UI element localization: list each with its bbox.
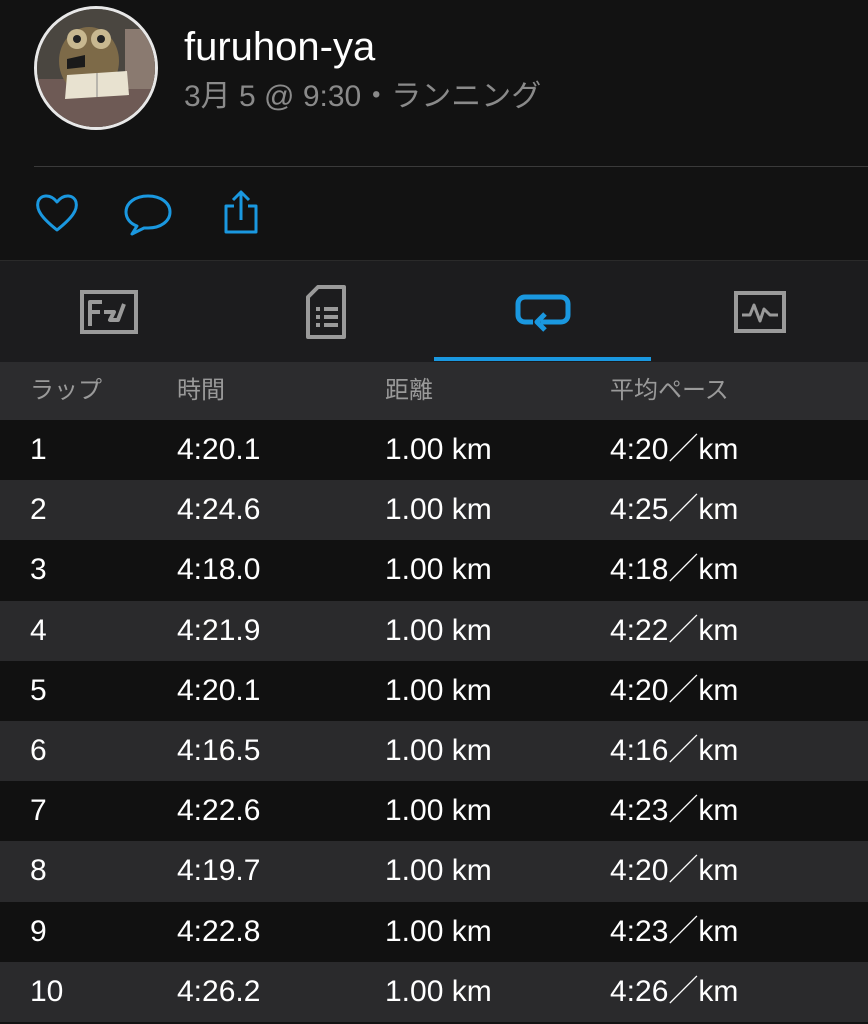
activity-meta: 3月 5 @ 9:30・ランニング: [184, 80, 542, 113]
lap-time: 4:19.7: [177, 854, 261, 888]
tab-laps[interactable]: [434, 261, 651, 362]
tab-bar: [0, 260, 868, 362]
lap-pace: 4:20／km: [610, 673, 739, 707]
stats-card-icon: [79, 289, 138, 334]
table-row[interactable]: 3 4:18.0 1.00 km 4:18／km: [0, 540, 868, 601]
lap-distance: 1.00 km: [385, 733, 492, 767]
laps-icon: [515, 294, 570, 332]
lap-number: 1: [30, 433, 47, 466]
lap-time: 4:21.9: [177, 613, 261, 647]
tab-stats[interactable]: [0, 261, 217, 362]
active-tab-indicator: [434, 357, 651, 361]
lap-pace: 4:25／km: [610, 493, 739, 527]
column-header-lap: ラップ: [30, 377, 102, 404]
lap-number: 9: [30, 914, 47, 948]
lap-pace: 4:18／km: [610, 553, 739, 587]
lap-pace: 4:20／km: [610, 433, 739, 466]
lap-distance: 1.00 km: [385, 974, 492, 1008]
table-row[interactable]: 5 4:20.1 1.00 km 4:20／km: [0, 660, 868, 721]
lap-number: 4: [30, 613, 47, 647]
lap-number: 3: [30, 553, 47, 587]
activity-header: furuhon-ya 3月 5 @ 9:30・ランニング: [0, 0, 868, 260]
lap-pace: 4:26／km: [610, 974, 739, 1008]
lap-pace: 4:16／km: [610, 733, 739, 767]
lap-time: 4:20.1: [177, 433, 261, 466]
share-icon[interactable]: [216, 188, 266, 238]
username[interactable]: furuhon-ya: [184, 22, 375, 72]
column-header-time: 時間: [177, 377, 225, 404]
divider: [34, 166, 868, 167]
table-row[interactable]: 6 4:16.5 1.00 km 4:16／km: [0, 720, 868, 782]
table-header: ラップ 時間 距離 平均ペース: [0, 362, 868, 420]
table-row[interactable]: 2 4:24.6 1.00 km 4:25／km: [0, 480, 868, 541]
table-row[interactable]: 1 4:20.1 1.00 km 4:20／km: [0, 420, 868, 481]
lap-pace: 4:23／km: [610, 914, 739, 948]
lap-time: 4:20.1: [177, 673, 261, 707]
heart-icon[interactable]: [32, 188, 82, 238]
lap-time: 4:22.6: [177, 794, 261, 828]
table-row[interactable]: 8 4:19.7 1.00 km 4:20／km: [0, 841, 868, 902]
column-header-avg-pace: 平均ペース: [610, 377, 729, 404]
avatar[interactable]: [34, 6, 158, 130]
lap-number: 6: [30, 733, 47, 767]
lap-number: 2: [30, 493, 47, 527]
column-header-distance: 距離: [385, 377, 433, 404]
tab-details[interactable]: [217, 261, 434, 362]
details-list-icon: [305, 284, 346, 339]
lap-time: 4:16.5: [177, 733, 261, 767]
lap-distance: 1.00 km: [385, 794, 492, 828]
lap-pace: 4:20／km: [610, 854, 739, 888]
table-row[interactable]: 4 4:21.9 1.00 km 4:22／km: [0, 600, 868, 661]
lap-distance: 1.00 km: [385, 673, 492, 707]
tab-chart[interactable]: [651, 261, 868, 362]
comment-icon[interactable]: [122, 188, 172, 238]
owl-avatar-image: [37, 9, 155, 127]
lap-distance: 1.00 km: [385, 854, 492, 888]
lap-time: 4:26.2: [177, 974, 261, 1008]
chart-icon: [733, 290, 786, 333]
lap-distance: 1.00 km: [385, 433, 492, 466]
lap-time: 4:24.6: [177, 493, 261, 527]
lap-distance: 1.00 km: [385, 613, 492, 647]
lap-distance: 1.00 km: [385, 493, 492, 527]
lap-number: 10: [30, 974, 64, 1008]
table-row[interactable]: 7 4:22.6 1.00 km 4:23／km: [0, 781, 868, 842]
lap-pace: 4:22／km: [610, 613, 739, 647]
table-row[interactable]: 10 4:26.2 1.00 km 4:26／km: [0, 961, 868, 1022]
table-row[interactable]: 9 4:22.8 1.00 km 4:23／km: [0, 901, 868, 962]
lap-time: 4:22.8: [177, 914, 261, 948]
laps-table: ラップ 時間 距離 平均ペース 1 4:20.1 1.00 km 4:20／km…: [0, 362, 868, 1022]
lap-time: 4:18.0: [177, 553, 261, 587]
lap-distance: 1.00 km: [385, 914, 492, 948]
lap-number: 7: [30, 794, 47, 828]
lap-number: 5: [30, 673, 47, 707]
lap-pace: 4:23／km: [610, 794, 739, 828]
lap-distance: 1.00 km: [385, 553, 492, 587]
lap-number: 8: [30, 854, 47, 888]
